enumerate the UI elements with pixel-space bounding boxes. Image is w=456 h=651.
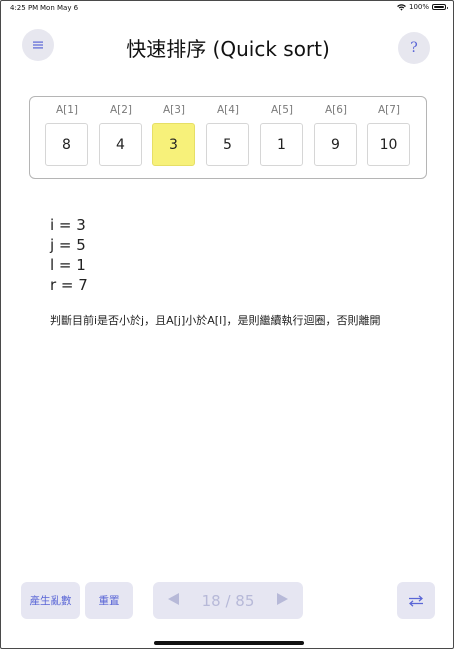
generate-random-button[interactable]: 產生亂數 [21, 582, 80, 619]
step-counter: 18 / 85 [201, 591, 255, 610]
array-cell-7: A[7] 10 [367, 103, 411, 166]
home-indicator[interactable] [154, 641, 304, 645]
array-value-highlighted: 3 [152, 123, 195, 166]
status-bar: 4:25 PM Mon May 6 100% [0, 3, 456, 15]
array-cell-4: A[4] 5 [206, 103, 250, 166]
battery-icon [432, 4, 448, 10]
status-right: 100% [397, 3, 448, 11]
battery-percent: 100% [408, 3, 429, 11]
variable-j: j = 5 [50, 236, 86, 254]
status-time: 4:25 PM [10, 4, 39, 12]
swap-button[interactable] [397, 582, 435, 619]
array-value: 8 [45, 123, 88, 166]
variable-i: i = 3 [50, 216, 86, 234]
array-value: 4 [99, 123, 142, 166]
array-index-label: A[7] [377, 104, 401, 116]
swap-arrows-icon [409, 594, 423, 607]
array-value: 10 [367, 123, 410, 166]
reset-button[interactable]: 重置 [85, 582, 133, 619]
array-cell-3: A[3] 3 [152, 103, 196, 166]
array-value: 5 [206, 123, 249, 166]
array-value: 9 [314, 123, 357, 166]
page-title: 快速排序 (Quick sort) [126, 37, 330, 61]
array-cell-6: A[6] 9 [314, 103, 358, 166]
status-date: Mon May 6 [40, 4, 79, 12]
triangle-right-icon [276, 592, 288, 605]
prev-step-button[interactable] [167, 592, 180, 610]
array-index-label: A[3] [162, 104, 186, 116]
help-icon: ? [410, 40, 418, 56]
variable-l: l = 1 [50, 256, 86, 274]
array-cell-2: A[2] 4 [99, 103, 143, 166]
array-display: A[1] 8 A[2] 4 A[3] 3 A[4] 5 A[5] 1 A[6] … [29, 96, 427, 179]
array-index-label: A[4] [216, 104, 240, 116]
step-description: 判斷目前i是否小於j，且A[j]小於A[l]，是則繼續執行迴圈，否則離開 [50, 314, 381, 327]
variable-r: r = 7 [50, 276, 88, 294]
variable-list: i = 3 j = 5 l = 1 r = 7 [50, 215, 88, 295]
wifi-icon [397, 3, 406, 11]
help-button[interactable]: ? [398, 32, 430, 64]
array-value: 1 [260, 123, 303, 166]
array-index-label: A[5] [270, 104, 294, 116]
triangle-left-icon [168, 592, 179, 605]
next-step-button[interactable] [276, 592, 289, 610]
array-index-label: A[1] [55, 104, 79, 116]
step-pager: 18 / 85 [153, 582, 303, 619]
array-index-label: A[6] [324, 104, 348, 116]
array-cell-5: A[5] 1 [260, 103, 304, 166]
array-index-label: A[2] [109, 104, 133, 116]
array-cell-1: A[1] 8 [45, 103, 89, 166]
